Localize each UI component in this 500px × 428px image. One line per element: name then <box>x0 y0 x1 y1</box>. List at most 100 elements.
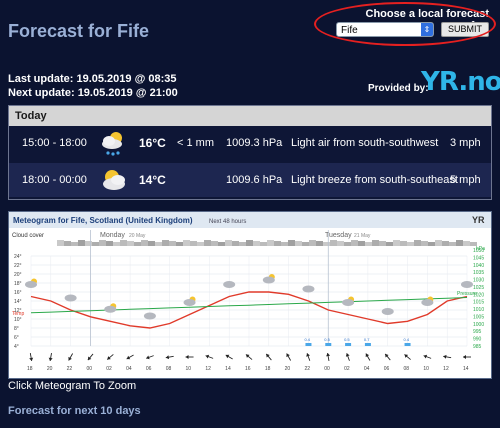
hour-tick-label: 20 <box>47 366 53 372</box>
cloud-cover-cell <box>428 242 435 246</box>
right-tick-label: 1040 <box>473 263 484 269</box>
hour-tick-label: 12 <box>443 366 449 372</box>
hour-tick-label: 10 <box>423 366 429 372</box>
row-pressure: 1009.3 hPa <box>226 137 283 149</box>
cloud-icon <box>421 299 434 306</box>
cloud-cover-cell <box>379 241 386 246</box>
hour-tick-label: 04 <box>126 366 132 372</box>
hour-tick-label: 00 <box>86 366 92 372</box>
hour-tick-label: 06 <box>146 366 152 372</box>
forecast-row: 15:00 - 18:00 16°C < 1 mm 1009.3 hPa Lig… <box>9 126 491 160</box>
cloud-cover-cell <box>407 242 414 246</box>
row-time: 18:00 - 00:00 <box>22 174 87 186</box>
row-temperature: 14°C <box>139 173 166 187</box>
left-tick-label: 20° <box>14 272 22 278</box>
cloud-cover-cell <box>218 242 225 246</box>
cloud-cover-cell <box>197 242 204 246</box>
right-axis-ticks: 1050104510401035103010251020101510101005… <box>473 248 484 350</box>
wind-arrow-icon <box>326 352 331 362</box>
next-update-value: 19.05.2019 @ 21:00 <box>77 87 178 99</box>
meteogram-subtitle: Next 48 hours <box>209 219 246 225</box>
left-tick-label: 22° <box>14 263 22 269</box>
right-tick-label: 1035 <box>473 270 484 276</box>
cloud-cover-cell <box>288 240 295 246</box>
wind-arrow-head <box>126 355 131 360</box>
cloud-cover-cell <box>92 242 99 246</box>
row-temperature: 16°C <box>139 136 166 150</box>
wind-arrows <box>29 352 471 362</box>
update-info: Last update: 19.05.2019 @ 08:35 Next upd… <box>8 72 178 100</box>
cloud-cover-cell <box>435 240 442 246</box>
cloud-cover-cell <box>330 240 337 246</box>
meteogram[interactable]: Meteogram for Fife, Scotland (United Kin… <box>8 211 492 379</box>
cloud-icon <box>461 281 473 288</box>
hour-tick-label: 14 <box>463 366 469 372</box>
right-tick-label: 1000 <box>473 322 484 328</box>
cloud-cover-cell <box>323 242 330 246</box>
row-wind-description: Light air from south-southwest <box>291 137 439 149</box>
hour-tick-label: 08 <box>166 366 172 372</box>
left-tick-label: 6° <box>14 335 19 341</box>
page-title: Forecast for Fife <box>8 21 150 41</box>
cloud-cover-cell <box>106 241 113 246</box>
chart-grid <box>30 230 468 347</box>
wind-arrow-icon <box>126 354 134 360</box>
cloud-cover-cell <box>274 241 281 246</box>
wind-arrow-icon <box>384 353 391 361</box>
hour-axis-ticks: 18 20 22 00 02 04 06 08 10 12 14 16 18 20 22 00 02 04 06 08… <box>27 366 469 372</box>
cloud-cover-cell <box>141 240 148 246</box>
cloud-icon <box>143 312 156 320</box>
weather-symbol-icon <box>381 308 394 315</box>
precip-label: 0.7 <box>364 337 370 342</box>
wind-arrow-head <box>306 353 310 357</box>
pressure-legend: Pressure <box>457 291 477 297</box>
weather-symbol-icon <box>143 312 156 320</box>
precip-bar <box>305 343 312 346</box>
precip-bar <box>345 343 352 346</box>
cloud-cover-cell <box>176 242 183 246</box>
wind-arrow-icon <box>365 353 371 361</box>
hour-tick-label: 04 <box>364 366 370 372</box>
cloud-cover-cell <box>57 240 64 246</box>
cloud-cover-cell <box>463 241 470 246</box>
yr-logo[interactable]: YR.no <box>421 67 500 97</box>
cloud-icon <box>183 299 196 306</box>
cloud-cover-cell <box>351 240 358 246</box>
cloud-cover-cell <box>470 242 477 246</box>
wind-arrow-icon <box>185 355 194 359</box>
cloud-cover-cell <box>71 242 78 246</box>
cloud-cover-cell <box>386 242 393 246</box>
cloud-cover-cell <box>267 240 274 246</box>
wind-arrow-icon <box>87 353 94 361</box>
cloud-cover-cell <box>337 241 344 246</box>
wind-arrow-icon <box>68 353 74 361</box>
cloud-cover-cell <box>232 241 239 246</box>
highlight-circle <box>314 2 496 46</box>
cloud-cover-cell <box>442 241 449 246</box>
wind-arrow-head <box>423 354 428 359</box>
wind-arrow-head <box>345 353 350 357</box>
cloud-cover-cell <box>134 242 141 246</box>
hour-tick-label: 00 <box>324 366 330 372</box>
cloud-icon <box>104 305 117 313</box>
cloud-icon <box>302 285 315 293</box>
wind-arrow-head <box>225 354 230 359</box>
wind-arrow-head <box>146 355 150 360</box>
cloud-cover-cell <box>344 242 351 246</box>
forecast-row: 18:00 - 00:00 14°C 1009.6 hPa Light bree… <box>9 163 491 197</box>
click-zoom-hint: Click Meteogram To Zoom <box>8 380 137 392</box>
wind-arrow-icon <box>463 355 471 359</box>
precip-label: 0.4 <box>304 337 310 342</box>
cloud-cover-cell <box>295 241 302 246</box>
wind-arrow-icon <box>165 355 174 360</box>
cloud-cover-cell <box>246 240 253 246</box>
right-tick-label: 985 <box>473 344 482 350</box>
ten-day-forecast-link[interactable]: Forecast for next 10 days <box>8 405 141 417</box>
wind-arrow-icon <box>145 355 154 360</box>
cloud-icon <box>342 299 355 306</box>
cloud-cover-cell <box>169 241 176 246</box>
wind-arrow-icon <box>48 352 53 362</box>
hour-tick-label: 18 <box>27 366 33 372</box>
today-forecast-table: Today 15:00 - 18:00 16°C < 1 mm 1009.3 h… <box>8 105 492 200</box>
last-update-label: Last update: <box>8 73 74 85</box>
